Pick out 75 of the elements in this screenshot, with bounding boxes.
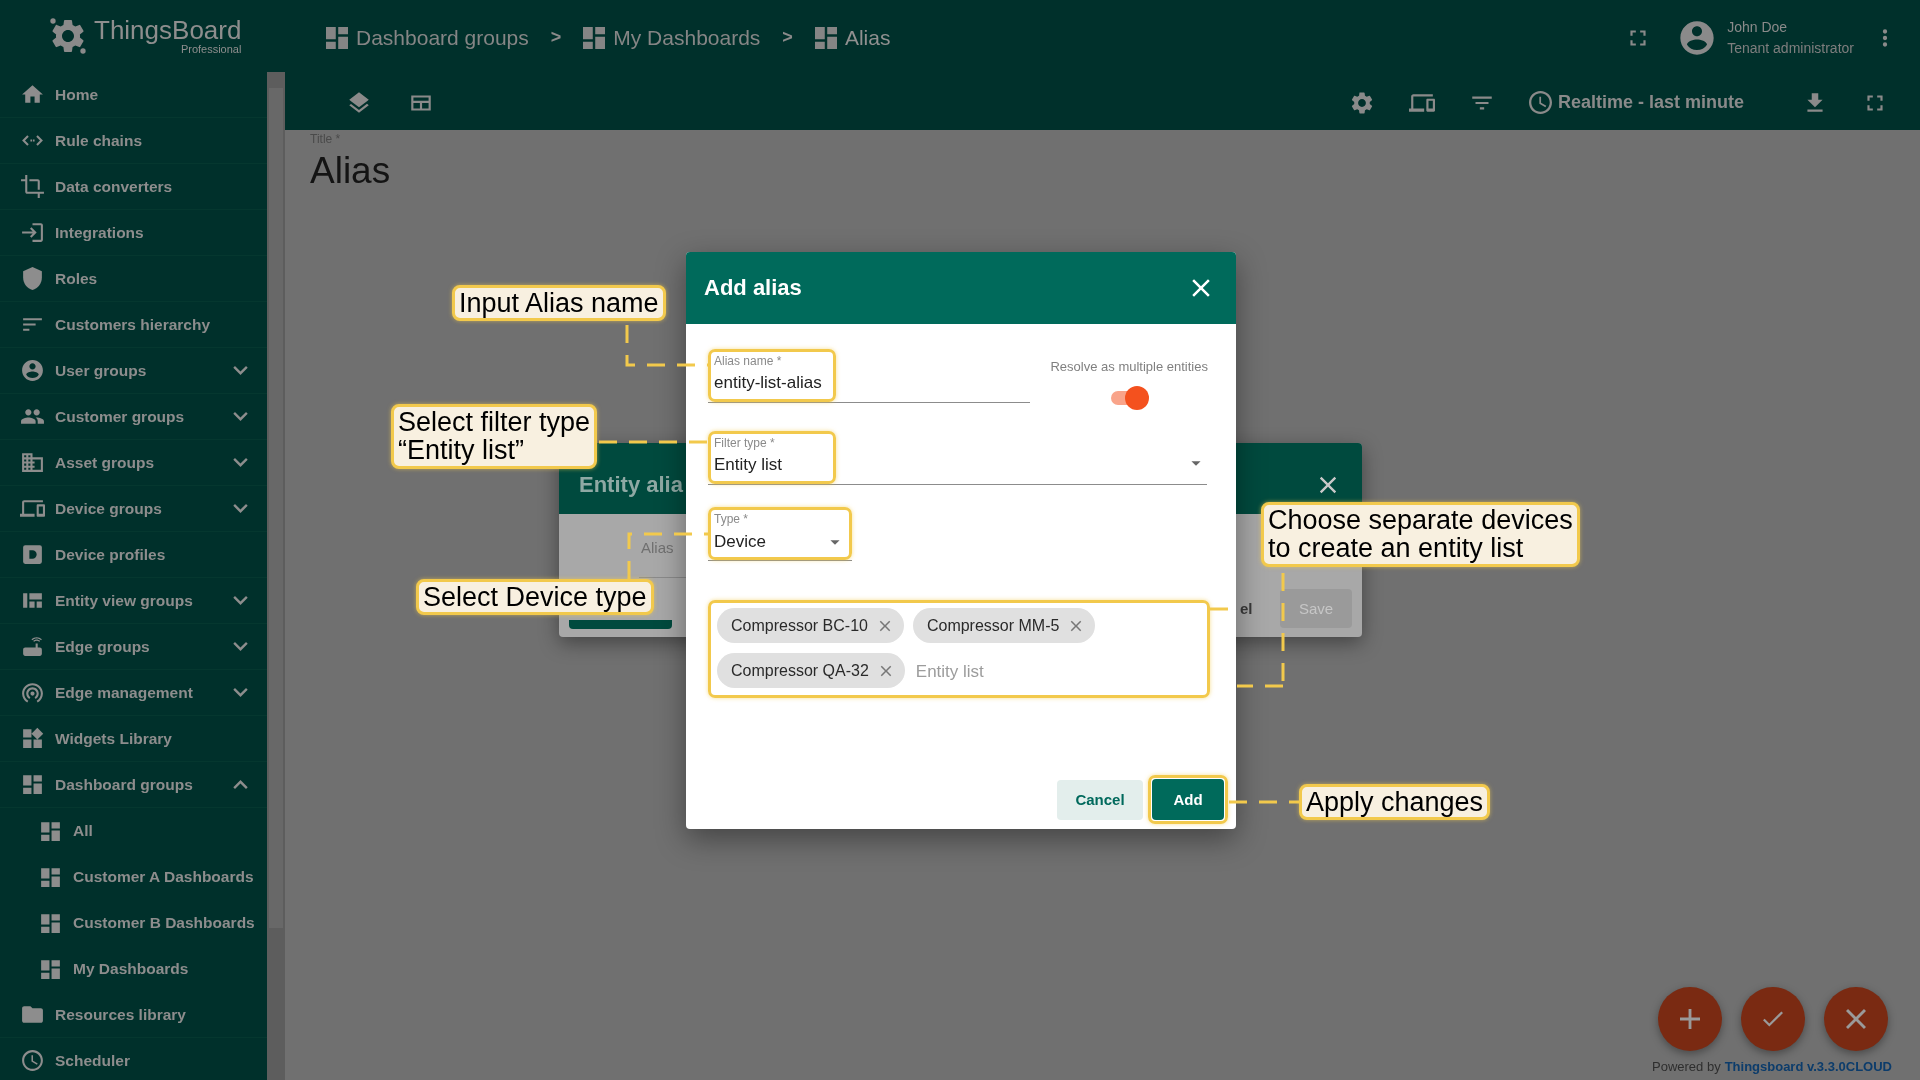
logo-title: ThingsBoard	[94, 17, 242, 43]
alias-name-field[interactable]: Alias name * entity-list-alias	[708, 349, 1030, 403]
crop-icon	[20, 174, 45, 199]
entity-chip[interactable]: Compressor QA-32	[717, 653, 905, 688]
field-label: Alias	[641, 539, 674, 556]
sidebar-item[interactable]: Edge management	[0, 670, 267, 716]
breadcrumb-separator: >	[782, 27, 793, 48]
filter-type-select[interactable]: Filter type * Entity list	[708, 431, 1207, 485]
sidebar-item[interactable]: Customer B Dashboards	[0, 900, 267, 946]
dashboard-icon	[20, 772, 45, 797]
field-value: Entity list	[714, 455, 784, 475]
version-link[interactable]: Thingsboard v.3.3.0CLOUD	[1724, 1059, 1892, 1074]
cancel-button[interactable]: Cancel	[1057, 779, 1143, 820]
sidebar-item[interactable]: Customer A Dashboards	[0, 854, 267, 900]
breadcrumb-link[interactable]: Alias	[814, 25, 891, 50]
sidebar-item[interactable]: User groups	[0, 348, 267, 394]
sidebar-item[interactable]: Device groups	[0, 486, 267, 532]
clock-icon	[1528, 91, 1552, 114]
powered-by-text: Powered by	[1652, 1059, 1721, 1074]
dialog-title: Add alias	[704, 275, 802, 301]
logo-subtitle: Professional	[180, 43, 242, 55]
dashboard-icon	[326, 26, 348, 49]
sidebar-item[interactable]: Entity view groups	[0, 578, 267, 624]
sidebar-item[interactable]: Customer groups	[0, 394, 267, 440]
sidebar-item[interactable]: All	[0, 808, 267, 854]
field-value: entity-list-alias	[714, 373, 823, 393]
breadcrumb-separator: >	[550, 27, 562, 48]
scrollbar[interactable]	[267, 72, 285, 1080]
sidebar-item[interactable]: My Dashboards	[0, 946, 267, 992]
timewindow-button[interactable]: Realtime - last minute	[1528, 91, 1744, 114]
callout-label: Apply changes	[1299, 784, 1491, 821]
check-icon	[1763, 1009, 1783, 1029]
entity-chip[interactable]: Compressor BC-10	[717, 608, 904, 643]
sidebar-item[interactable]: Widgets Library	[0, 716, 267, 762]
building-icon	[20, 450, 45, 475]
entity-list-input[interactable]: Entity list	[913, 653, 1068, 690]
account-icon	[20, 358, 45, 383]
breadcrumb-link[interactable]: My Dashboards	[583, 25, 761, 50]
field-label: Type *	[714, 512, 750, 526]
user-name: John Doe	[1727, 19, 1789, 35]
field-value: Device	[714, 532, 766, 552]
toggle-label: Resolve as multiple entities	[1050, 359, 1208, 374]
callout-label: Choose separate devices to create an entity list	[1261, 502, 1580, 567]
callout-label: Select filter type “Entity list”	[391, 404, 598, 469]
breadcrumb-link[interactable]: Dashboard groups	[326, 25, 529, 50]
shield-icon	[20, 266, 45, 291]
dashboard-icon	[814, 26, 837, 49]
callout-label: Select Device type	[416, 579, 654, 616]
cancel-button[interactable]: el	[1240, 600, 1253, 617]
login-icon	[20, 220, 45, 245]
gear-logo-icon	[48, 16, 88, 56]
sidebar-item[interactable]: Resources library	[0, 992, 267, 1038]
type-select[interactable]: Type * Device	[708, 507, 852, 561]
sidebar-item[interactable]: Home	[0, 72, 267, 118]
close-icon	[1846, 1009, 1866, 1029]
antenna-icon	[20, 680, 45, 705]
sidebar-item[interactable]: Dashboard groups	[0, 762, 267, 808]
sidebar-item[interactable]: Device profiles	[0, 532, 267, 578]
callout-label: Input Alias name	[452, 285, 666, 322]
router-icon	[20, 634, 45, 659]
close-fab-button[interactable]	[1824, 987, 1888, 1051]
clock-icon	[20, 1048, 45, 1073]
dialog-title: Entity alia	[579, 471, 683, 498]
entity-chip[interactable]: Compressor MM-5	[912, 608, 1096, 643]
widgets-icon	[20, 726, 45, 751]
sidebar-item[interactable]: Edge groups	[0, 624, 267, 670]
sidebar-item[interactable]: Asset groups	[0, 440, 267, 486]
sidebar-item[interactable]: Roles	[0, 256, 267, 302]
dashboard-title: Alias	[310, 150, 392, 192]
add-button[interactable]: Add	[1152, 779, 1224, 820]
plus-icon	[1680, 1009, 1700, 1029]
field-label: Filter type *	[714, 436, 776, 450]
field-label: Alias name *	[714, 354, 783, 368]
user-role: Tenant administrator	[1727, 40, 1854, 56]
dashboard-icon	[583, 26, 606, 49]
